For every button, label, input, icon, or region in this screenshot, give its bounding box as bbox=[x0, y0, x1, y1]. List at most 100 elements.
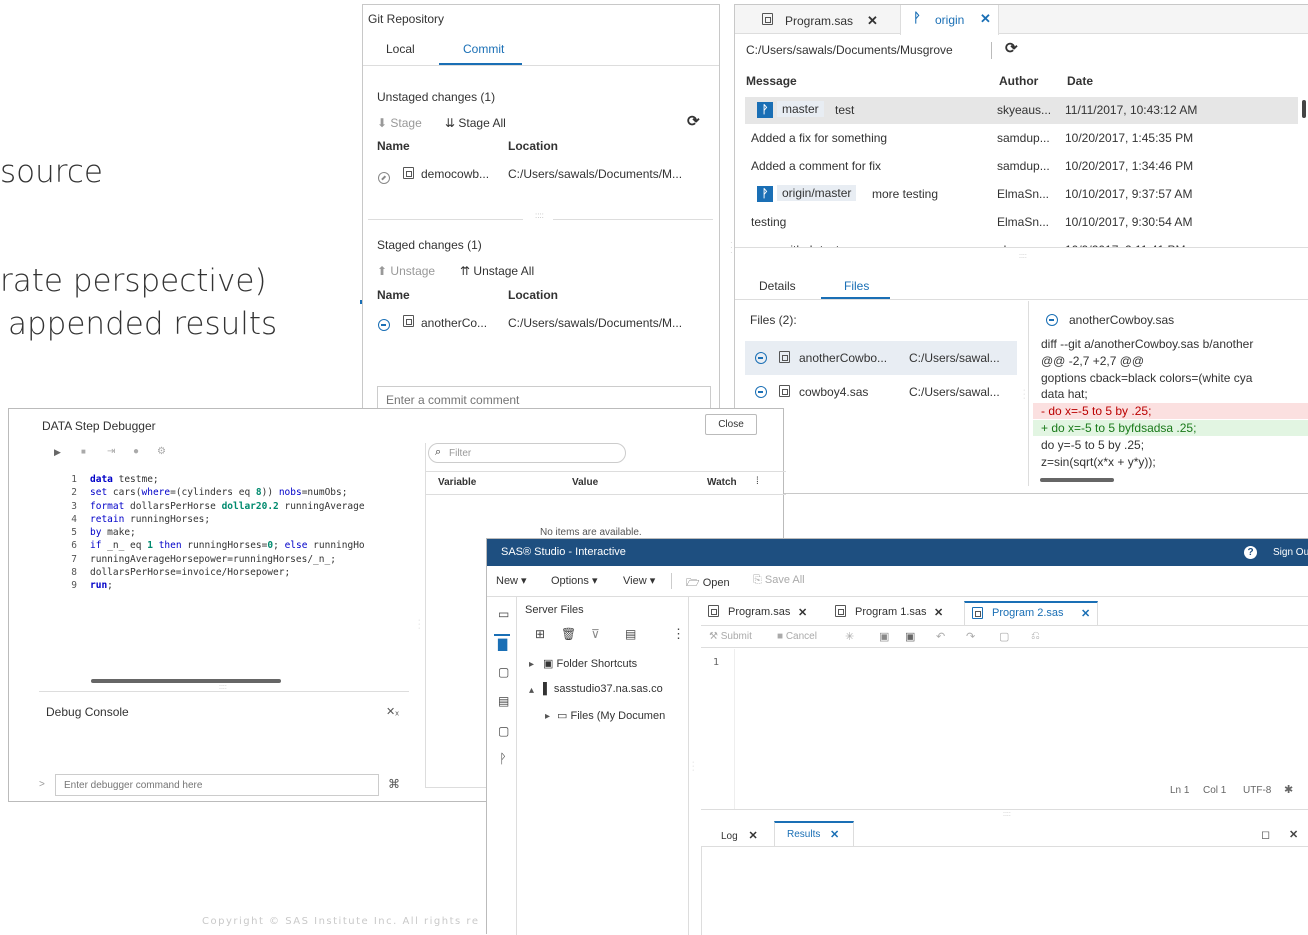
run-icon[interactable]: ▶ bbox=[54, 447, 61, 458]
tab-results[interactable]: Results ✕ bbox=[774, 821, 854, 847]
submit-button[interactable]: ⚒ Submit bbox=[709, 631, 752, 642]
close-icon[interactable]: ✕ bbox=[1289, 828, 1298, 841]
help-icon[interactable]: ? bbox=[1244, 546, 1257, 559]
tab-commit[interactable]: Commit bbox=[463, 42, 504, 56]
new-folder-icon[interactable]: ⊞ bbox=[535, 627, 545, 641]
splitter-handle[interactable]: · · · bbox=[418, 617, 420, 632]
refresh-icon[interactable]: ⟳ bbox=[1005, 39, 1018, 57]
clear-console-icon[interactable]: ✕ₓ bbox=[386, 705, 399, 718]
stage-icon: ⬇ bbox=[377, 116, 388, 130]
close-button[interactable]: Close bbox=[705, 414, 757, 435]
server-icon[interactable]: ▇ bbox=[498, 637, 507, 651]
settings-icon[interactable]: ✱ bbox=[1284, 783, 1293, 796]
close-icon[interactable]: ✕ bbox=[867, 13, 878, 29]
properties-icon[interactable]: ▤ bbox=[625, 627, 636, 641]
vertical-splitter-handle[interactable]: · · · bbox=[730, 239, 733, 257]
close-icon[interactable]: ✕ bbox=[748, 830, 757, 842]
close-icon[interactable]: ✕ bbox=[980, 11, 991, 27]
close-icon[interactable]: ✕ bbox=[830, 828, 839, 841]
tab-details[interactable]: Details bbox=[759, 279, 796, 293]
splitter-handle[interactable]: · · · bbox=[692, 759, 694, 774]
snippet-icon[interactable]: ⎌ bbox=[1031, 630, 1040, 643]
debugger-command-input[interactable] bbox=[55, 774, 379, 796]
tab-local[interactable]: Local bbox=[386, 42, 415, 56]
files-pane-divider bbox=[688, 597, 689, 935]
editor-toolbar-line bbox=[701, 647, 1308, 648]
history-tab-origin[interactable]: ᚹ origin ✕ bbox=[900, 5, 999, 35]
splitter-handle[interactable]: :::: bbox=[535, 211, 544, 220]
unstaged-col-location: Location bbox=[508, 139, 558, 153]
sign-out-link[interactable]: Sign Ou bbox=[1273, 547, 1308, 558]
menu-options[interactable]: Options ▾ bbox=[551, 574, 598, 587]
splitter-handle[interactable]: :::: bbox=[1003, 811, 1011, 818]
collapse-icon[interactable]: ▴ bbox=[529, 685, 534, 696]
expand-icon[interactable]: ▸ bbox=[529, 659, 534, 670]
redo-icon[interactable]: ↷ bbox=[966, 630, 975, 643]
git-icon[interactable]: ᚹ bbox=[499, 752, 507, 767]
save-all-button[interactable]: ⎘ Save All bbox=[753, 574, 805, 587]
diff-file-title: anotherCowboy.sas bbox=[1069, 313, 1175, 327]
undo-icon[interactable]: ↶ bbox=[936, 630, 945, 643]
close-icon[interactable]: ✕ bbox=[934, 606, 943, 619]
commit-row[interactable]: testing ElmaSn... 10/10/2017, 9:30:54 AM bbox=[745, 209, 1298, 236]
unstage-button[interactable]: ⬆ Unstage bbox=[377, 264, 435, 278]
diff-scrollbar-thumb[interactable] bbox=[1040, 478, 1114, 482]
server-files-icon[interactable]: ▭ bbox=[498, 607, 509, 621]
tab-files[interactable]: Files bbox=[844, 279, 869, 293]
editor-tab-program1[interactable]: Program 1.sas ✕ bbox=[828, 601, 958, 625]
editor-tab-program2[interactable]: Program 2.sas ✕ bbox=[964, 601, 1098, 625]
more-icon[interactable]: ⋮ bbox=[672, 626, 685, 642]
debugger-code[interactable]: data testme; set cars(where=(cylinders e… bbox=[90, 473, 406, 593]
commit-row[interactable]: ᚹ origin/master more testing ElmaSn... 10/10… bbox=[745, 181, 1298, 208]
editor-tab-program[interactable]: Program.sas ✕ bbox=[701, 601, 818, 625]
commit-row[interactable]: ᚹ master test skyeaus... 11/11/2017, 10:43:1… bbox=[745, 97, 1298, 124]
tab-divider bbox=[363, 65, 719, 66]
menu-view[interactable]: View ▾ bbox=[623, 574, 655, 587]
splitter-handle[interactable]: :::: bbox=[219, 684, 227, 691]
libraries-icon[interactable]: ▤ bbox=[498, 694, 509, 708]
expand-icon[interactable]: ▸ bbox=[545, 711, 550, 722]
folder-shortcuts[interactable]: ▣ Folder Shortcuts bbox=[543, 657, 637, 670]
clear-breakpoints-icon[interactable]: ⚙ bbox=[157, 446, 166, 457]
unstaged-file-name[interactable]: democowb... bbox=[421, 167, 489, 181]
branch-badge: master bbox=[777, 101, 824, 117]
menu-new[interactable]: New ▾ bbox=[496, 574, 527, 587]
maximize-icon[interactable]: ◻ bbox=[1261, 828, 1270, 841]
tab-log[interactable]: Log ✕ bbox=[721, 829, 758, 842]
debug-icon[interactable]: ✳ bbox=[845, 630, 854, 643]
unstage-all-button[interactable]: ⇈ Unstage All bbox=[460, 264, 534, 278]
format-icon[interactable]: ▢ bbox=[999, 630, 1009, 643]
files-node[interactable]: ▭ Files (My Documen bbox=[557, 709, 665, 722]
close-icon[interactable]: ✕ bbox=[798, 606, 807, 619]
splitter-handle[interactable]: :::: bbox=[1019, 253, 1027, 260]
server-node[interactable]: ▌ sasstudio37.na.sas.co bbox=[543, 683, 663, 695]
delete-icon[interactable]: 🗑 bbox=[561, 627, 576, 641]
cancel-button[interactable]: ■ Cancel bbox=[777, 631, 817, 642]
filter-input-box[interactable]: ⌕ Filter bbox=[428, 443, 626, 463]
close-icon[interactable]: ✕ bbox=[1081, 607, 1090, 620]
save-as-icon[interactable]: ▣ bbox=[905, 630, 915, 643]
code-scrollbar-thumb[interactable] bbox=[91, 679, 281, 683]
step-icon[interactable]: ⇥ bbox=[107, 446, 115, 457]
save-icon[interactable]: ▣ bbox=[879, 630, 889, 643]
history-tab-program[interactable]: Program.sas ✕ bbox=[753, 10, 908, 34]
breakpoint-icon[interactable]: ● bbox=[133, 446, 139, 457]
command-icon[interactable]: ⌘ bbox=[388, 777, 400, 791]
diff-line: diff --git a/anotherCowboy.sas b/another bbox=[1041, 337, 1254, 351]
splitter-handle[interactable]: · · · bbox=[1023, 387, 1025, 402]
stop-icon[interactable]: ■ bbox=[81, 447, 86, 456]
history-scrollbar-thumb[interactable] bbox=[1302, 100, 1306, 118]
staged-file-name[interactable]: anotherCo... bbox=[421, 316, 487, 330]
tasks-icon[interactable]: ▢ bbox=[498, 724, 509, 738]
stage-button[interactable]: ⬇ Stage bbox=[377, 116, 422, 130]
commit-row[interactable]: Added a fix for something samdup... 10/20/… bbox=[745, 125, 1298, 152]
commit-row[interactable]: Added a comment for fix samdup... 10/20/20… bbox=[745, 153, 1298, 180]
refresh-icon[interactable]: ⟳ bbox=[687, 112, 700, 130]
changed-file-name[interactable]: cowboy4.sas bbox=[799, 385, 868, 399]
column-menu-icon[interactable]: ⁞ bbox=[756, 476, 759, 487]
stage-all-button[interactable]: ⇊ Stage All bbox=[445, 116, 506, 130]
diff-line: z=sin(sqrt(x*x + y*y)); bbox=[1041, 454, 1156, 469]
open-button[interactable]: 🗁 Open bbox=[686, 574, 730, 593]
filter-icon[interactable]: ⊽ bbox=[591, 627, 600, 641]
snippets-icon[interactable]: ▢ bbox=[498, 665, 509, 679]
